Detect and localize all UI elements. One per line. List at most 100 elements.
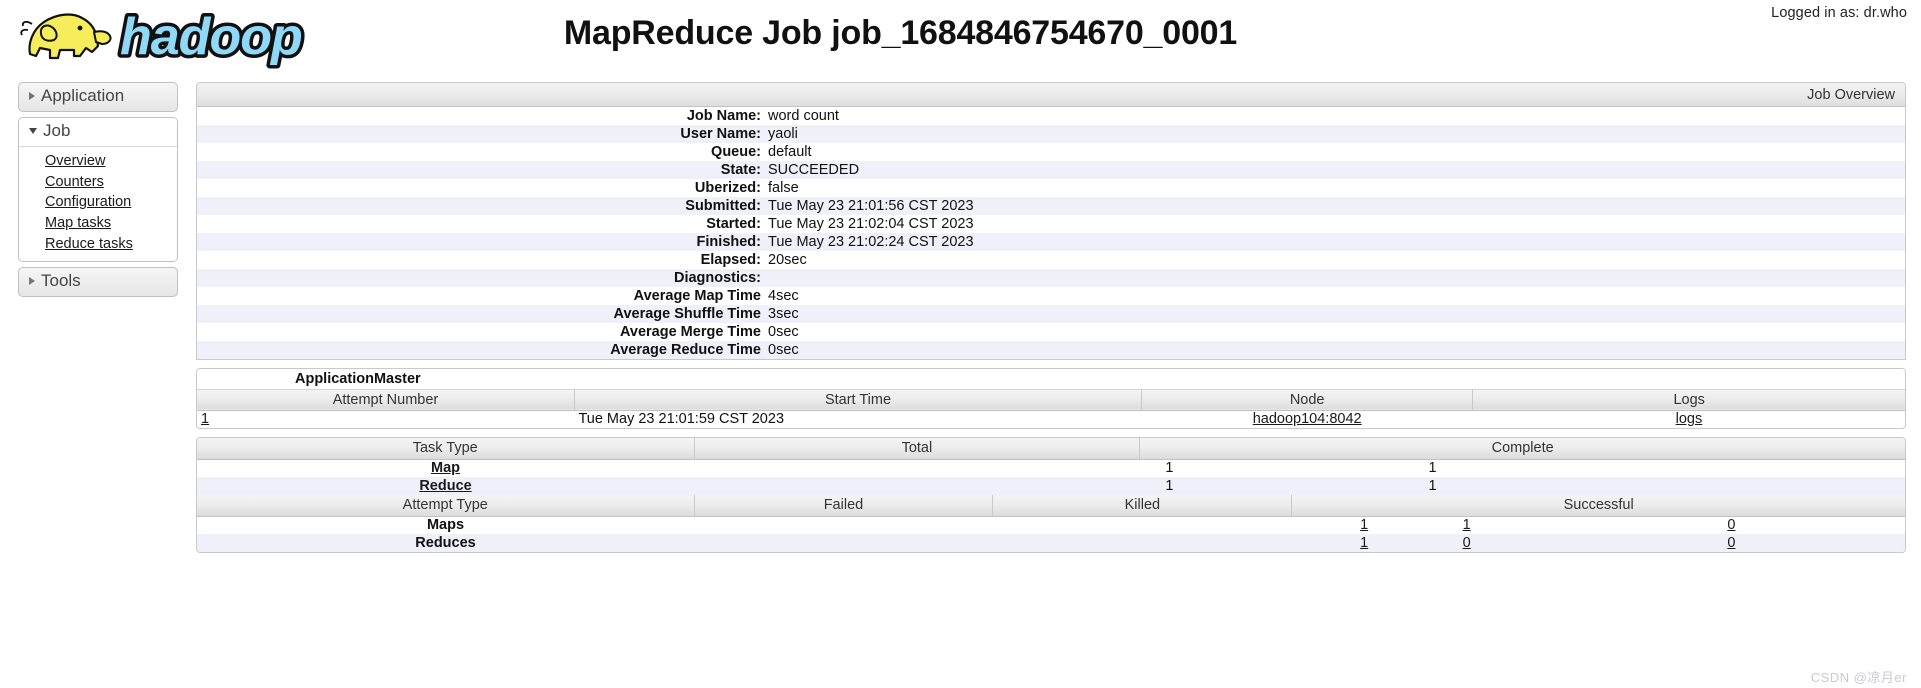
attempt-summary-header-row: Attempt Type Failed Killed Successful xyxy=(197,495,1905,517)
row-value: Tue May 23 21:01:56 CST 2023 xyxy=(768,198,974,214)
row-value: 20sec xyxy=(768,252,807,268)
job-overview-row-avg-reduce-time: Average Reduce Time 0sec xyxy=(197,341,1905,359)
sidebar: Application Job Overview Counters Config… xyxy=(18,82,178,302)
cell-maps-failed: 1 xyxy=(694,516,1471,534)
sidebar-section-job[interactable]: Job Overview Counters Configuration Map … xyxy=(18,117,178,262)
sidebar-section-tools[interactable]: Tools xyxy=(18,266,178,297)
hadoop-job-page: Logged in as: dr.who hadoop hadoop MapRe… xyxy=(0,0,1921,688)
job-overview-row-user-name: User Name: yaoli xyxy=(197,125,1905,143)
cell-logs: logs xyxy=(1473,410,1905,428)
sidebar-section-job-label: Job xyxy=(43,121,71,140)
sidebar-section-application-label: Application xyxy=(41,86,125,105)
maps-successful-link[interactable]: 1 xyxy=(1360,517,1368,533)
reduces-successful-link[interactable]: 1 xyxy=(1360,535,1368,551)
job-overview-row-elapsed: Elapsed: 20sec xyxy=(197,251,1905,269)
column-header-start-time: Start Time xyxy=(574,389,1143,411)
job-overview-row-started: Started: Tue May 23 21:02:04 CST 2023 xyxy=(197,215,1905,233)
cell-task-type-reduce: Reduce xyxy=(197,477,695,495)
column-header-complete: Complete xyxy=(1139,438,1905,460)
row-label: Elapsed: xyxy=(700,252,761,268)
row-label: Queue: xyxy=(711,144,761,160)
column-header-attempt-number: Attempt Number xyxy=(197,389,575,411)
cell-node: hadoop104:8042 xyxy=(1142,410,1473,428)
cell-reduces-failed: 0 xyxy=(694,534,1471,552)
node-link[interactable]: hadoop104:8042 xyxy=(1253,411,1362,427)
job-overview-row-avg-shuffle-time: Average Shuffle Time 3sec xyxy=(197,305,1905,323)
row-label: Uberized: xyxy=(694,180,761,196)
cell-reduces-killed: 0 xyxy=(992,534,1735,552)
cell-attempt-number: 1 xyxy=(197,410,574,428)
sidebar-section-application[interactable]: Application xyxy=(18,82,178,112)
table-row: Maps 1 0 1 xyxy=(197,516,1905,534)
job-overview-panel: Job Overview Job Name: word count User N… xyxy=(196,82,1906,360)
chevron-right-icon xyxy=(29,92,35,100)
sidebar-section-tools-header[interactable]: Tools xyxy=(19,268,177,296)
row-value: SUCCEEDED xyxy=(768,162,860,178)
job-overview-row-state: State: SUCCEEDED xyxy=(197,161,1905,179)
column-header-failed: Failed xyxy=(694,495,994,517)
row-value: yaoli xyxy=(768,126,798,142)
sidebar-section-tools-label: Tools xyxy=(41,270,81,290)
sidebar-item-counters[interactable]: Counters xyxy=(45,172,177,193)
main-content: Job Overview Job Name: word count User N… xyxy=(196,82,1906,561)
cell-maps-successful: 1 xyxy=(1292,516,1905,534)
maps-killed-link[interactable]: 0 xyxy=(1727,517,1735,533)
reduces-killed-link[interactable]: 0 xyxy=(1727,535,1735,551)
maps-failed-link[interactable]: 1 xyxy=(1463,517,1471,533)
row-value: 4sec xyxy=(768,288,799,304)
table-row: 1 Tue May 23 21:01:59 CST 2023 hadoop104… xyxy=(197,410,1905,428)
sidebar-job-links: Overview Counters Configuration Map task… xyxy=(19,147,177,261)
sidebar-item-reduce-tasks[interactable]: Reduce tasks xyxy=(45,234,177,255)
application-master-caption-row: ApplicationMaster xyxy=(197,369,1905,390)
reduces-failed-link[interactable]: 0 xyxy=(1463,535,1471,551)
row-label: Average Merge Time xyxy=(619,324,761,340)
row-value: 3sec xyxy=(768,306,799,322)
sidebar-section-application-header[interactable]: Application xyxy=(19,83,177,111)
row-value: 0sec xyxy=(768,342,799,358)
row-label: State: xyxy=(720,162,761,178)
application-master-header-row: Attempt Number Start Time Node Logs xyxy=(197,389,1905,411)
reduce-tasks-link[interactable]: Reduce xyxy=(419,478,471,494)
chevron-right-icon xyxy=(29,276,35,285)
cell-reduce-complete: 1 xyxy=(1139,477,1905,495)
table-row: Map 1 1 xyxy=(197,459,1905,477)
job-overview-row-queue: Queue: default xyxy=(197,143,1905,161)
row-label: Diagnostics: xyxy=(673,270,761,286)
sidebar-section-job-header[interactable]: Job xyxy=(19,118,177,147)
row-value: Tue May 23 21:02:24 CST 2023 xyxy=(768,234,974,250)
column-header-node: Node xyxy=(1141,389,1474,411)
task-summary-table: Task Type Total Complete Map 1 1 Reduce … xyxy=(196,437,1906,553)
cell-task-type-map: Map xyxy=(197,459,694,477)
row-value: word count xyxy=(768,108,839,124)
column-header-total: Total xyxy=(694,438,1141,460)
cell-attempt-type-maps: Maps xyxy=(426,517,465,534)
column-header-attempt-type: Attempt Type xyxy=(197,495,695,517)
row-label: Started: xyxy=(706,216,761,232)
cell-reduce-total: 1 xyxy=(694,477,1437,495)
cell-reduces-successful: 1 xyxy=(1291,534,1905,552)
column-header-killed: Killed xyxy=(992,495,1293,517)
row-label: Average Map Time xyxy=(633,288,761,304)
page-title: MapReduce Job job_1684846754670_0001 xyxy=(563,14,1238,52)
sidebar-item-overview[interactable]: Overview xyxy=(45,151,177,172)
task-summary-header-row: Task Type Total Complete xyxy=(197,438,1905,460)
sidebar-item-map-tasks[interactable]: Map tasks xyxy=(45,213,177,234)
row-label: Job Name: xyxy=(686,108,761,124)
cell-maps-killed: 0 xyxy=(993,516,1735,534)
attempt-number-link[interactable]: 1 xyxy=(201,411,209,427)
table-row: Reduces 0 0 1 xyxy=(197,534,1905,552)
attempt-summary-table: Attempt Type Failed Killed Successful Ma… xyxy=(197,495,1905,552)
logs-link[interactable]: logs xyxy=(1676,411,1703,427)
row-label: User Name: xyxy=(680,126,761,142)
column-header-successful: Successful xyxy=(1291,495,1905,517)
row-label: Average Shuffle Time xyxy=(613,306,761,322)
row-label: Finished: xyxy=(696,234,761,250)
job-overview-row-uberized: Uberized: false xyxy=(197,179,1905,197)
job-overview-row-diagnostics: Diagnostics: xyxy=(197,269,1905,287)
job-overview-row-avg-merge-time: Average Merge Time 0sec xyxy=(197,323,1905,341)
row-label: Submitted: xyxy=(685,198,761,214)
job-overview-row-job-name: Job Name: word count xyxy=(197,107,1905,125)
map-tasks-link[interactable]: Map xyxy=(431,460,460,476)
sidebar-item-configuration[interactable]: Configuration xyxy=(45,192,177,213)
application-master-table: ApplicationMaster Attempt Number Start T… xyxy=(196,368,1906,429)
